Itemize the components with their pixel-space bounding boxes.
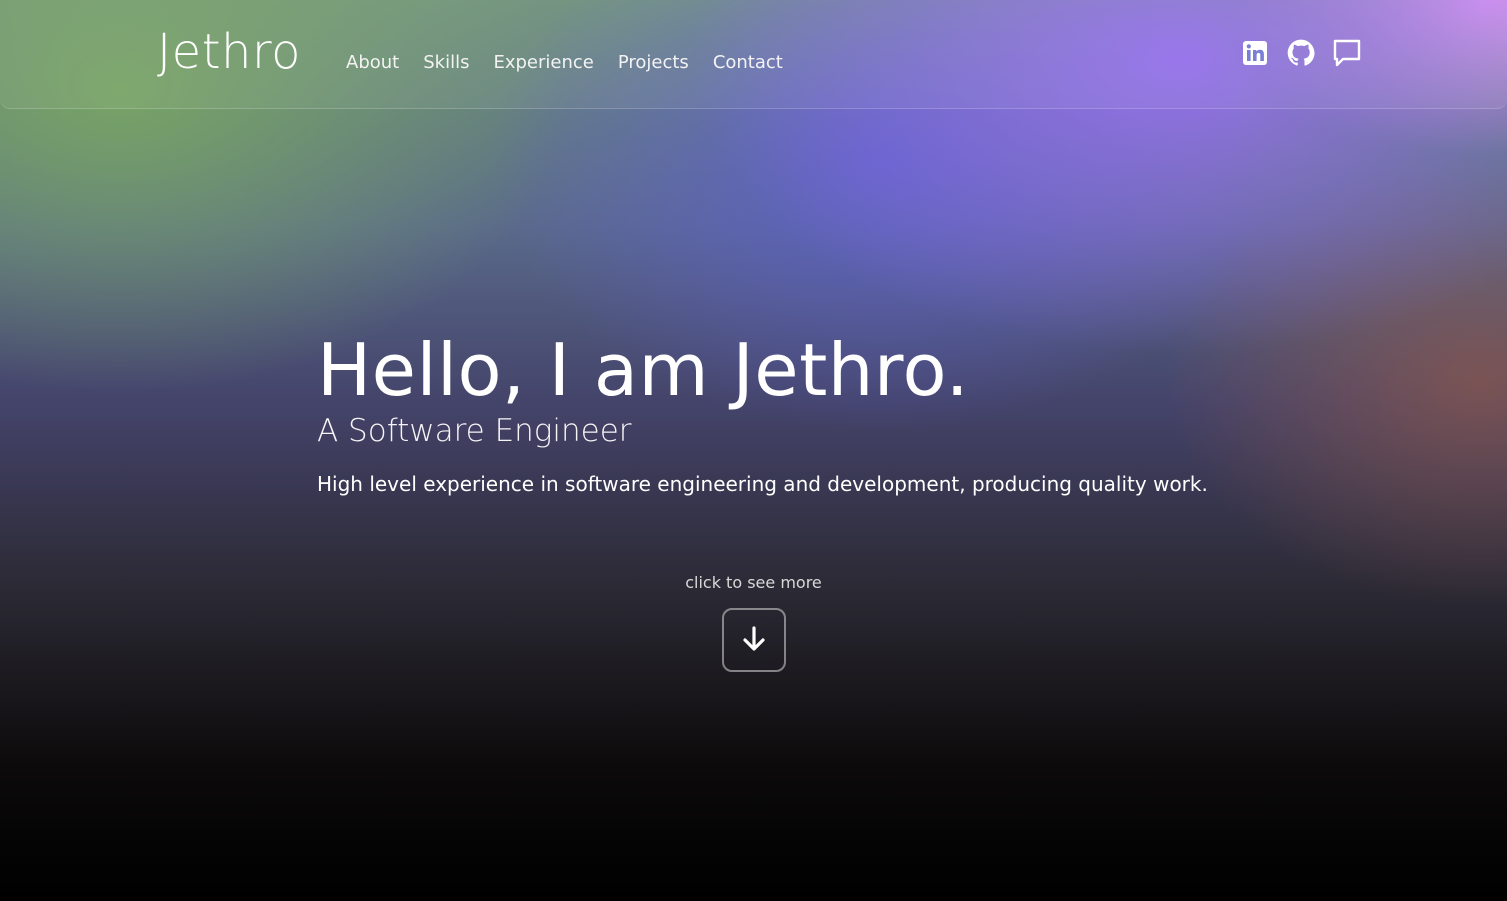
page: Jethro About Skills Experience Projects …: [0, 0, 1507, 901]
nav-link-contact[interactable]: Contact: [713, 50, 783, 76]
nav-link-experience[interactable]: Experience: [493, 50, 593, 76]
nav-link-projects[interactable]: Projects: [618, 50, 689, 76]
nav-link-about[interactable]: About: [346, 50, 399, 76]
github-icon[interactable]: [1286, 38, 1316, 68]
hero-description: High level experience in software engine…: [317, 472, 1208, 496]
hero-title: Hello, I am Jethro.: [317, 328, 970, 412]
linkedin-icon[interactable]: [1240, 38, 1270, 68]
scroll-down-button[interactable]: [721, 608, 786, 672]
hero-subtitle: A Software Engineer: [317, 413, 632, 449]
main-nav: About Skills Experience Projects Contact: [346, 50, 783, 76]
scroll-cta-label: click to see more: [685, 573, 822, 592]
hero-section: Hello, I am Jethro. A Software Engineer …: [317, 330, 1317, 498]
chat-bubble-icon[interactable]: [1332, 38, 1362, 68]
social-links: [1240, 38, 1362, 68]
top-navbar: Jethro About Skills Experience Projects …: [0, 0, 1507, 109]
scroll-cta: click to see more: [0, 572, 1507, 672]
nav-link-skills[interactable]: Skills: [423, 50, 469, 76]
brand-logo[interactable]: Jethro: [157, 22, 301, 82]
arrow-down-icon: [739, 624, 769, 657]
